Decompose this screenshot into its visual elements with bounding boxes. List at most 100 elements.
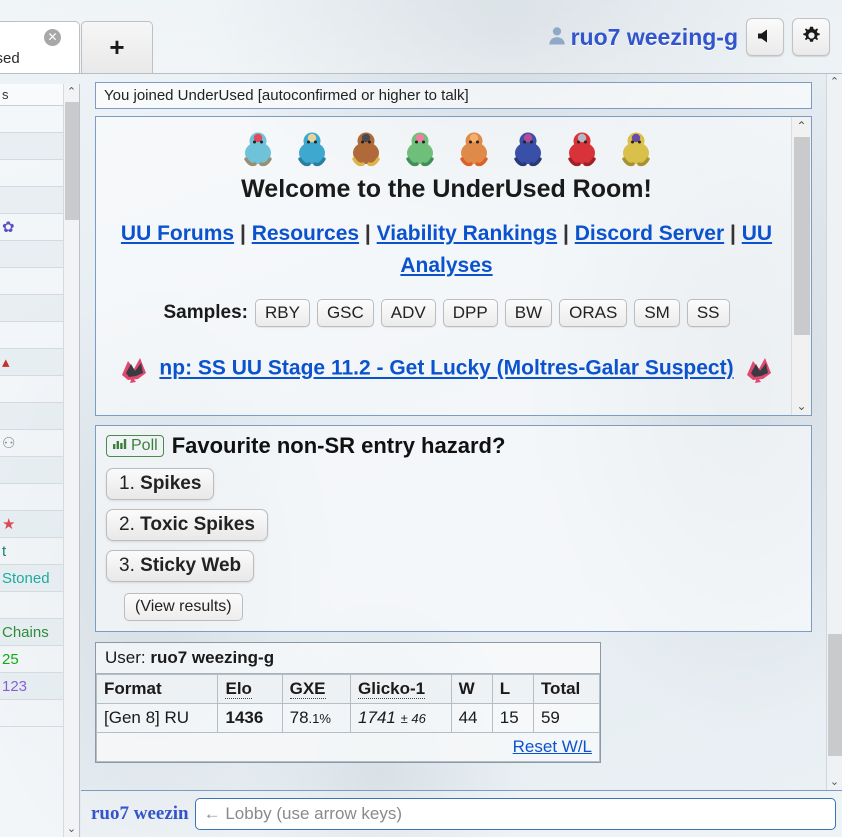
column-format: Format: [95, 674, 219, 704]
poll-option-2[interactable]: 2. Toxic Spikes: [106, 509, 268, 541]
userlist-scroll-thumb[interactable]: [65, 102, 79, 220]
rank-reset-row: Reset W/L: [96, 732, 600, 762]
sound-button[interactable]: [746, 18, 784, 56]
bar-chart-icon: [112, 437, 127, 455]
rank-table-box: User: ruo7 weezing-g Format Elo GXE Glic…: [95, 642, 601, 763]
cell-glicko: 1741 ± 46: [350, 703, 452, 733]
aggron-sprite: [614, 127, 658, 171]
link-announcement[interactable]: np: SS UU Stage 11.2 - Get Lucky (Moltre…: [159, 357, 733, 380]
chat-room: You joined UnderUsed [autoconfirmed or h…: [81, 74, 842, 837]
infobox-scrollbar[interactable]: ⌃ ⌄: [791, 117, 811, 415]
camerupt-sprite: [344, 127, 388, 171]
sample-button-rby[interactable]: RBY: [254, 299, 310, 327]
chat-scroll-up-icon[interactable]: ⌃: [827, 74, 842, 90]
poll-option-row: 2. Toxic Spikes: [106, 500, 801, 541]
chat-log: You joined UnderUsed [autoconfirmed or h…: [81, 74, 826, 790]
poll-badge-label: Poll: [131, 437, 158, 454]
sample-button-adv[interactable]: ADV: [380, 299, 436, 327]
moltres-galar-sprite-left: [114, 349, 154, 389]
poll-option-row: 3. Sticky Web: [106, 541, 801, 582]
table-row: [Gen 8] RU 1436 78.1% 1741 ± 46 44 15 59: [95, 703, 601, 733]
userlist-panel: s ✿ ▴ ⚇ ★ t Stoned Chains 25 123 ⌃ ⌄: [0, 84, 80, 837]
rank-user-line: User: ruo7 weezing-g: [96, 643, 600, 674]
link-resources[interactable]: Resources: [252, 222, 359, 245]
gear-icon: [802, 26, 821, 48]
column-total: Total: [532, 674, 601, 704]
userlist-scroll-up-icon[interactable]: ⌃: [64, 84, 79, 100]
venusaur-sprite: [398, 127, 442, 171]
poll-option-3[interactable]: 3. Sticky Web: [106, 550, 255, 582]
cell-l: 15: [491, 703, 534, 733]
tentacruel-sprite: [236, 127, 280, 171]
poll-view-results-button[interactable]: (View results): [124, 593, 243, 621]
moltres-galar-sprite-right: [739, 349, 779, 389]
header-username-text: ruo7 weezing-g: [570, 23, 738, 50]
settings-button[interactable]: [792, 18, 830, 56]
link-separator-1: |: [239, 222, 246, 245]
cell-w: 44: [450, 703, 493, 733]
chat-scrollbar[interactable]: ⌃ ⌄: [826, 74, 842, 790]
poll-option-1[interactable]: 1. Spikes: [106, 468, 215, 500]
room-links: UU Forums | Resources | Viability Rankin…: [108, 218, 785, 281]
link-discord-server[interactable]: Discord Server: [575, 222, 724, 245]
cell-elo: 1436: [217, 703, 283, 733]
poll-options: 1. Spikes 2. Toxic Spikes 3. Sticky Web: [106, 459, 801, 582]
sample-button-bw[interactable]: BW: [504, 299, 553, 327]
samples-buttons: RBY GSC ADV DPP BW ORAS SM SS: [254, 299, 730, 327]
speaker-icon: [756, 28, 774, 47]
reset-wl-link[interactable]: Reset W/L: [513, 737, 592, 756]
samples-label: Samples:: [163, 302, 248, 323]
link-viability-rankings[interactable]: Viability Rankings: [377, 222, 558, 245]
sample-button-sm[interactable]: SM: [634, 299, 680, 327]
chat-username-button[interactable]: ruo7 weezin: [91, 803, 189, 825]
link-uu-forums[interactable]: UU Forums: [121, 222, 234, 245]
poll-header: Poll Favourite non-SR entry hazard?: [106, 433, 801, 459]
cell-total: 59: [532, 703, 601, 733]
poll-question: Favourite non-SR entry hazard?: [171, 433, 506, 458]
infobox-scroll-up-icon[interactable]: ⌃: [792, 117, 811, 135]
user-bar: ruo7 weezing-g: [548, 18, 830, 56]
poll-box: Poll Favourite non-SR entry hazard? 1. S…: [95, 425, 812, 632]
tab-label: derUsed: [0, 50, 20, 67]
tab-close-icon[interactable]: ✕: [44, 29, 61, 46]
rank-table-header-row: Format Elo GXE Glicko-1 W L Total: [95, 674, 601, 704]
column-gxe[interactable]: GXE: [281, 674, 352, 704]
samples-row: Samples: RBY GSC ADV DPP BW ORAS SM SS: [108, 299, 785, 327]
rank-table: Format Elo GXE Glicko-1 W L Total [Gen 8…: [95, 674, 601, 762]
chat-scroll-thumb[interactable]: [828, 634, 842, 756]
chat-input[interactable]: [194, 798, 836, 830]
userlist-scrollbar[interactable]: ⌃ ⌄: [63, 84, 79, 837]
rank-user-name: ruo7 weezing-g: [150, 648, 275, 667]
link-separator-4: |: [730, 222, 736, 245]
nidoqueen-sprite: [290, 127, 334, 171]
infobox-scroll-down-icon[interactable]: ⌄: [792, 397, 811, 415]
sample-button-ss[interactable]: SS: [686, 299, 730, 327]
infobox-scroll-thumb[interactable]: [794, 137, 810, 335]
hydreigon-sprite: [506, 127, 550, 171]
sample-button-oras[interactable]: ORAS: [559, 299, 628, 327]
header-username-button[interactable]: ruo7 weezing-g: [548, 24, 738, 51]
chat-input-bar: ruo7 weezin: [81, 790, 842, 837]
column-l: L: [491, 674, 534, 704]
link-separator-2: |: [364, 222, 371, 245]
plus-icon: +: [109, 32, 125, 62]
cell-gxe: 78.1%: [281, 703, 352, 733]
userlist-scroll-down-icon[interactable]: ⌄: [64, 821, 79, 837]
tab-underused[interactable]: ✕ derUsed: [0, 21, 80, 73]
cell-format: [Gen 8] RU: [95, 703, 219, 733]
victini-sprite: [452, 127, 496, 171]
column-elo[interactable]: Elo: [217, 674, 283, 704]
new-tab-button[interactable]: +: [81, 21, 153, 73]
chat-scroll-down-icon[interactable]: ⌄: [827, 774, 842, 790]
scizor-sprite: [560, 127, 604, 171]
room-intro-infobox: Welcome to the UnderUsed Room! UU Forums…: [95, 116, 812, 416]
sample-button-gsc[interactable]: GSC: [316, 299, 374, 327]
sample-button-dpp[interactable]: DPP: [442, 299, 498, 327]
app-header: ✕ derUsed + ruo7 weezing-g: [0, 0, 842, 74]
link-separator-3: |: [563, 222, 569, 245]
person-icon: [548, 24, 566, 51]
poll-option-row: 1. Spikes: [106, 459, 801, 500]
column-glicko[interactable]: Glicko-1: [350, 674, 452, 704]
pokemon-sprite-row: [108, 125, 785, 171]
announcement-row: np: SS UU Stage 11.2 - Get Lucky (Moltre…: [108, 349, 785, 389]
